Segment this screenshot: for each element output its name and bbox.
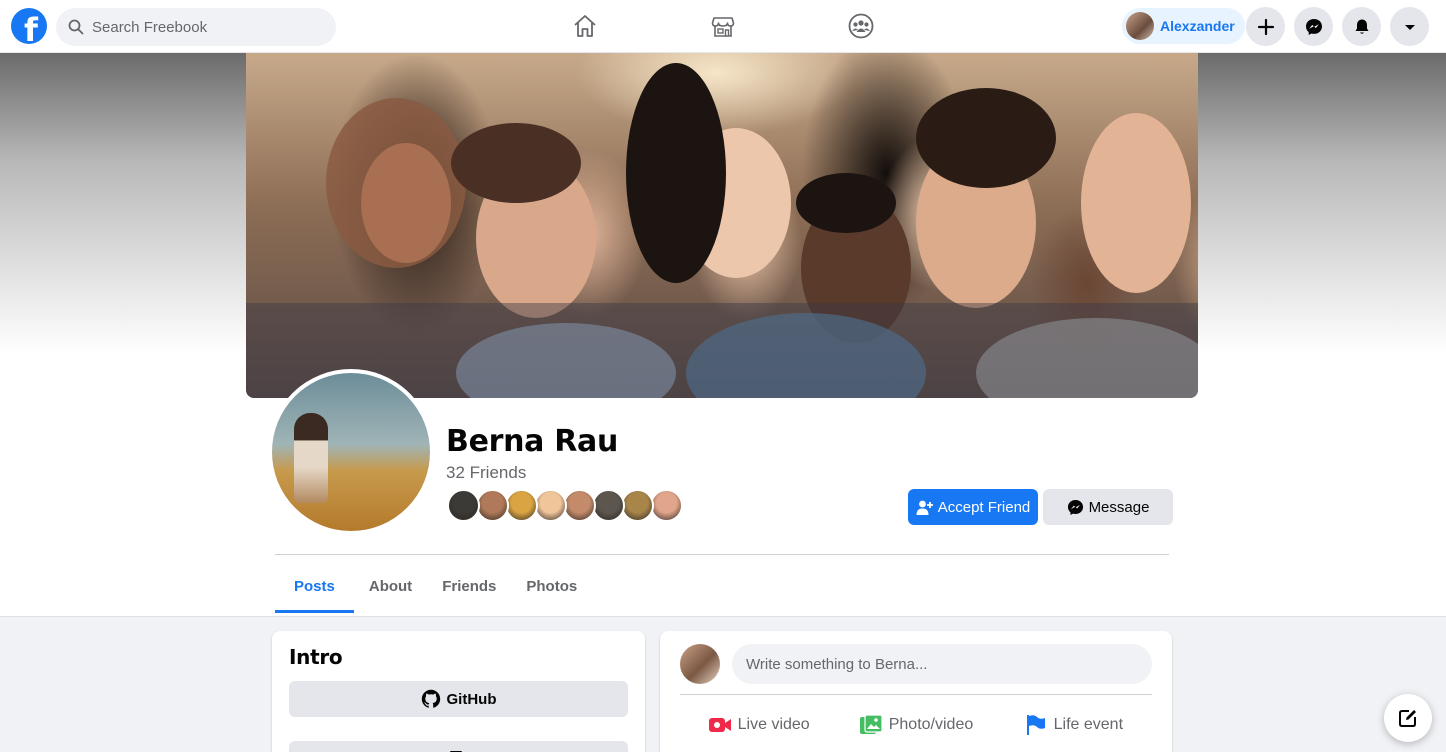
message-button[interactable]: Message [1043, 489, 1173, 525]
photo-video-label: Photo/video [888, 716, 974, 733]
search-icon [68, 19, 84, 35]
github-link-button[interactable]: GitHub [289, 681, 628, 717]
search-bar[interactable] [56, 8, 336, 46]
compose-icon [1399, 710, 1416, 727]
tab-friends[interactable]: Friends [427, 559, 511, 613]
header-divider [275, 554, 1169, 555]
groups-icon[interactable] [841, 6, 881, 46]
friend-avatar[interactable] [534, 489, 567, 522]
tab-posts[interactable]: Posts [275, 559, 354, 613]
friend-avatar[interactable] [476, 489, 509, 522]
new-message-button[interactable] [1384, 694, 1432, 742]
accept-friend-button[interactable]: Accept Friend [908, 489, 1038, 525]
friend-avatar[interactable] [563, 489, 596, 522]
live-video-label: Live video [737, 716, 810, 733]
search-input[interactable] [92, 18, 312, 36]
create-button[interactable] [1246, 7, 1285, 46]
marketplace-icon[interactable] [703, 6, 743, 46]
profile-header: Berna Rau 32 Friends Accept Friend Messa… [0, 53, 1446, 617]
tab-about[interactable]: About [354, 559, 427, 613]
top-navigation-bar: f Alexzander [0, 0, 1446, 53]
github-icon [421, 689, 440, 708]
profile-name: Berna Rau [446, 424, 619, 459]
friend-avatar[interactable] [650, 489, 683, 522]
intro-card: Intro GitHub [272, 631, 645, 752]
flag-icon [1026, 715, 1045, 735]
tab-photos[interactable]: Photos [511, 559, 592, 613]
composer-divider [680, 694, 1152, 695]
composer-actions: Live video Photo/video Life event [680, 705, 1152, 745]
friend-avatar[interactable] [621, 489, 654, 522]
post-composer: Write something to Berna... Live video P… [660, 631, 1172, 752]
composer-avatar [680, 644, 720, 684]
user-name: Alexzander [1160, 18, 1235, 34]
intro-second-button[interactable] [289, 741, 628, 752]
message-label: Message [1088, 498, 1150, 516]
home-icon[interactable] [565, 6, 605, 46]
facebook-logo-icon[interactable]: f [11, 8, 47, 44]
profile-picture[interactable] [268, 369, 434, 535]
caret-down-icon [1404, 24, 1415, 30]
friend-avatar[interactable] [592, 489, 625, 522]
mutual-friends-avatars [447, 489, 683, 525]
profile-picture-figure [294, 413, 328, 503]
notifications-button[interactable] [1342, 7, 1381, 46]
profile-tabs: Posts About Friends Photos [275, 559, 592, 613]
user-avatar [1126, 12, 1154, 40]
add-friend-icon [916, 500, 933, 515]
messenger-icon [1305, 18, 1322, 35]
github-label: GitHub [446, 690, 497, 708]
photo-video-icon [859, 714, 883, 734]
plus-icon [1257, 18, 1274, 35]
photo-video-button[interactable]: Photo/video [837, 705, 994, 745]
friend-avatar[interactable] [447, 489, 480, 522]
cover-photo[interactable] [246, 53, 1198, 398]
intro-title: Intro [289, 645, 343, 669]
friends-count[interactable]: 32 Friends [446, 463, 526, 483]
user-profile-link[interactable]: Alexzander [1122, 8, 1245, 44]
friend-avatar[interactable] [505, 489, 538, 522]
account-menu-button[interactable] [1390, 7, 1429, 46]
composer-input[interactable]: Write something to Berna... [732, 644, 1152, 684]
life-event-button[interactable]: Life event [995, 705, 1152, 745]
live-video-button[interactable]: Live video [680, 705, 837, 745]
messenger-icon [1067, 499, 1083, 515]
live-video-icon [708, 718, 731, 732]
accept-friend-label: Accept Friend [937, 498, 1031, 516]
bell-icon [1355, 19, 1368, 34]
life-event-label: Life event [1053, 716, 1124, 733]
messenger-button[interactable] [1294, 7, 1333, 46]
